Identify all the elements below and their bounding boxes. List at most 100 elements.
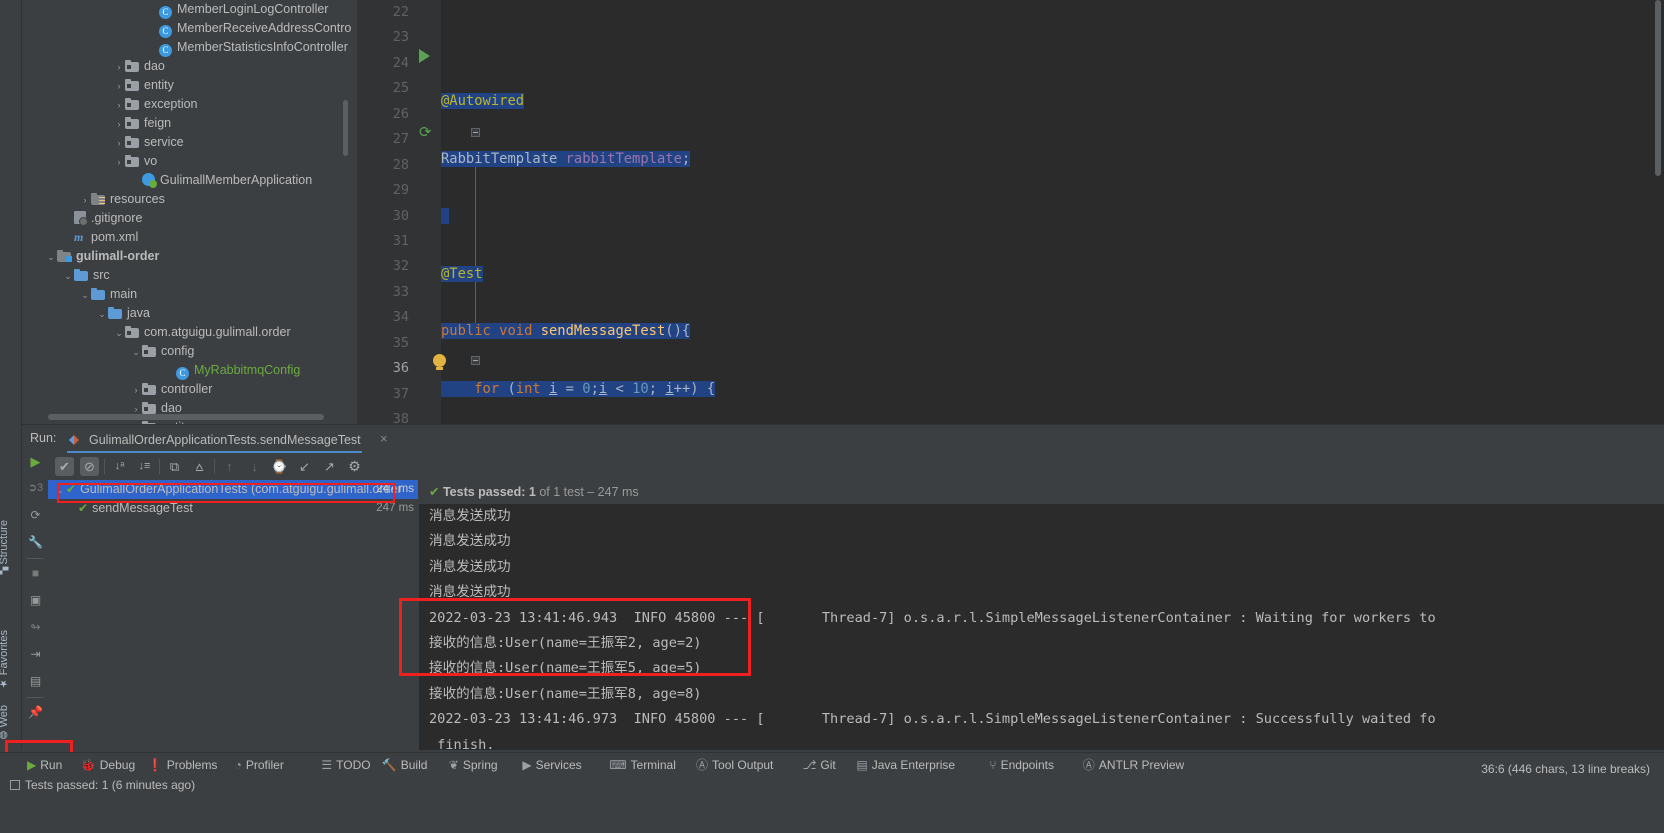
tree-row[interactable]: ›C MyRabbitmqConfig: [22, 361, 356, 380]
tree-expand-arrow[interactable]: ›: [113, 58, 125, 77]
run-icon[interactable]: ▶: [26, 452, 45, 471]
test-status-bar: ✔ Tests passed: 1 of 1 test – 247 ms: [419, 480, 1664, 504]
editor-scrollbar[interactable]: [1655, 0, 1661, 176]
tree-row[interactable]: ⌄ config: [22, 342, 356, 361]
tree-row[interactable]: › entity: [22, 76, 356, 95]
tree-row[interactable]: ›m pom.xml: [22, 228, 356, 247]
tree-row-label: pom.xml: [91, 230, 139, 244]
tree-row[interactable]: › .gitignore: [22, 209, 356, 228]
tree-expand-arrow[interactable]: ›: [164, 362, 176, 381]
tree-row[interactable]: ›C MemberLoginLogController: [22, 0, 356, 19]
tree-expand-arrow[interactable]: ›: [62, 229, 74, 248]
tree-expand-arrow[interactable]: ›: [147, 39, 159, 58]
tree-expand-arrow[interactable]: ⌄: [113, 324, 125, 343]
tree-expand-arrow[interactable]: ⌄: [45, 248, 57, 267]
tool-window-button-terminal[interactable]: ⌨ Terminal: [609, 757, 676, 774]
project-tree-scrollbar[interactable]: [343, 100, 348, 156]
import-tests-icon[interactable]: ↙: [295, 457, 314, 476]
camera-icon[interactable]: ▣: [26, 591, 45, 610]
settings-gear-icon[interactable]: ⚙: [345, 457, 364, 476]
tool-window-button-build[interactable]: 🔨 Build: [382, 757, 428, 774]
export-tests-icon[interactable]: ↗: [320, 457, 339, 476]
tree-row[interactable]: › GulimallMemberApplication: [22, 171, 356, 190]
tree-row-label: controller: [161, 382, 213, 396]
project-tree[interactable]: ›CMemberLoginLogController›CMemberReceiv…: [22, 0, 356, 424]
tool-window-button-antlr-preview[interactable]: Ⓐ ANTLR Preview: [1083, 757, 1184, 774]
project-tree-hscrollbar[interactable]: [48, 414, 324, 420]
tree-expand-arrow[interactable]: ›: [130, 172, 142, 191]
tree-row[interactable]: ⌄ main: [22, 285, 356, 304]
code-line: RabbitTemplate rabbitTemplate;: [441, 150, 691, 167]
tree-row[interactable]: ⌄ src: [22, 266, 356, 285]
run-test-gutter-icon[interactable]: [419, 49, 436, 66]
tool-window-button-git[interactable]: ⎇ Git: [803, 757, 836, 774]
tree-row[interactable]: › exception: [22, 95, 356, 114]
rerun-failed-icon[interactable]: ➲3: [26, 479, 45, 498]
tool-window-button-endpoints[interactable]: ⑂ Endpoints: [989, 757, 1054, 774]
tool-window-button-spring[interactable]: ❦ Spring: [449, 757, 498, 774]
tool-window-button-debug[interactable]: 🐞 Debug: [81, 757, 135, 774]
next-failed-icon[interactable]: ↓: [245, 457, 264, 476]
tree-row[interactable]: › feign: [22, 114, 356, 133]
tree-row[interactable]: › controller: [22, 380, 356, 399]
sort-by-duration-icon[interactable]: ↓≡: [135, 457, 154, 476]
tree-row[interactable]: › vo: [22, 152, 356, 171]
sidebar-item-structure[interactable]: ▚Structure: [0, 520, 20, 574]
run-side-toolbar: ▶ ➲3 ⟳ 🔧 ■ ▣ ↬ ⇥ ▤ 📌: [22, 452, 48, 750]
tree-row[interactable]: › dao: [22, 57, 356, 76]
tree-expand-arrow[interactable]: ›: [147, 1, 159, 20]
highlight-box-received-messages: [399, 598, 751, 676]
tool-window-button-run[interactable]: ▶ Run: [27, 757, 62, 774]
tree-expand-arrow[interactable]: ›: [113, 153, 125, 172]
prev-failed-icon[interactable]: ↑: [220, 457, 239, 476]
tree-row[interactable]: ⌄ com.atguigu.gulimall.order: [22, 323, 356, 342]
tree-expand-arrow[interactable]: ›: [130, 381, 142, 400]
tree-expand-arrow[interactable]: ›: [113, 77, 125, 96]
tool-window-button-profiler[interactable]: ◔ Profiler: [235, 757, 284, 774]
code-editor[interactable]: 22 23 24 25 26 27 28 29 30 31 32 33 34 35 36 37 38 ⟳ @Au…: [357, 0, 1664, 427]
tree-row[interactable]: › resources: [22, 190, 356, 209]
close-icon[interactable]: ×: [380, 431, 388, 446]
stop-icon[interactable]: ■: [26, 564, 45, 583]
test-results-tree[interactable]: ⌄ ✔ GulimallOrderApplicationTests (com.atg…: [48, 480, 418, 798]
spring-leaf-icon: ❦: [448, 758, 459, 772]
show-ignored-icon[interactable]: ⊘: [80, 457, 99, 476]
tree-row[interactable]: ⌄ java: [22, 304, 356, 323]
tree-row[interactable]: ›C MemberReceiveAddressContro: [22, 19, 356, 38]
run-method-gutter-icon[interactable]: ⟳: [419, 125, 436, 142]
tree-row[interactable]: › service: [22, 133, 356, 152]
tree-expand-arrow[interactable]: ›: [113, 115, 125, 134]
thread-dump-icon[interactable]: ↬: [26, 618, 45, 637]
tool-window-button-services[interactable]: ▶ Services: [522, 757, 581, 774]
pin-icon[interactable]: 📌: [26, 703, 45, 722]
history-icon[interactable]: ⌚: [270, 457, 289, 476]
step-icon[interactable]: ⇥: [26, 645, 45, 664]
sort-alphabetically-icon[interactable]: ↓ᵃ: [110, 457, 129, 476]
sidebar-item-favorites[interactable]: ★Favorites: [0, 630, 20, 688]
run-tab[interactable]: GulimallOrderApplicationTests.sendMessag…: [67, 428, 383, 452]
tree-expand-arrow[interactable]: ⌄: [62, 267, 74, 286]
tree-expand-arrow[interactable]: ›: [113, 96, 125, 115]
tree-row[interactable]: ⌄ gulimall-order: [22, 247, 356, 266]
layout-icon[interactable]: ▤: [26, 672, 45, 691]
tree-expand-arrow[interactable]: ⌄: [96, 305, 108, 324]
tree-row[interactable]: ›C MemberStatisticsInfoController: [22, 38, 356, 57]
editor-code-area[interactable]: @Autowired RabbitTemplate rabbitTemplate…: [441, 0, 1664, 424]
tool-window-button-problems[interactable]: ❗ Problems: [148, 757, 218, 774]
tree-expand-arrow[interactable]: ›: [113, 134, 125, 153]
tree-expand-arrow[interactable]: ›: [62, 210, 74, 229]
tool-window-button-todo[interactable]: ☰ TODO: [321, 757, 370, 774]
tool-window-label: Build: [400, 758, 428, 772]
wrench-icon[interactable]: 🔧: [26, 533, 45, 552]
tool-window-button-tool-output[interactable]: Ⓐ Tool Output: [696, 757, 773, 774]
tree-expand-arrow[interactable]: ⌄: [130, 343, 142, 362]
tree-expand-arrow[interactable]: ⌄: [79, 286, 91, 305]
show-passed-icon[interactable]: ✔: [55, 457, 74, 476]
tree-expand-arrow[interactable]: ›: [79, 191, 91, 210]
sidebar-item-web[interactable]: ◍Web: [0, 705, 20, 740]
rerun-auto-icon[interactable]: ⟳: [26, 506, 45, 525]
collapse-all-icon[interactable]: ⩟: [190, 457, 209, 476]
tool-window-button-java-enterprise[interactable]: ▤ Java Enterprise: [856, 757, 955, 774]
expand-all-icon[interactable]: ⧉: [165, 457, 184, 476]
tree-expand-arrow[interactable]: ›: [147, 20, 159, 39]
